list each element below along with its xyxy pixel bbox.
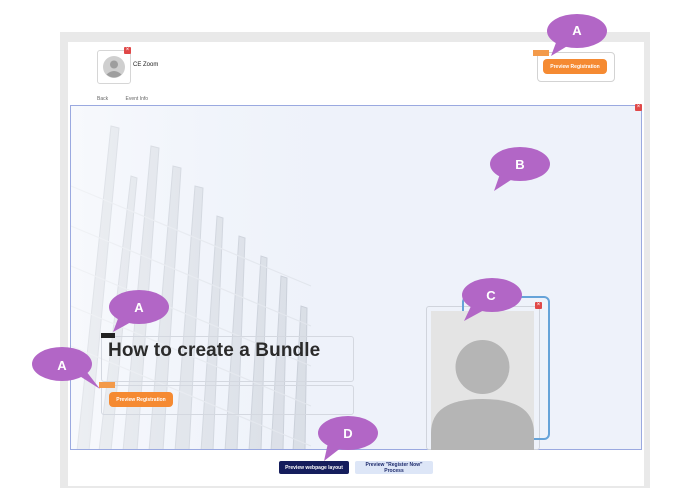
callout-a-header-label: A bbox=[572, 23, 582, 38]
callout-b-label: B bbox=[515, 157, 525, 172]
user-avatar-icon bbox=[103, 56, 125, 78]
speaker-photo[interactable] bbox=[431, 311, 534, 450]
callout-a-title-label: A bbox=[134, 300, 144, 315]
org-name: CE Zoom bbox=[133, 62, 159, 68]
close-icon[interactable]: × bbox=[535, 302, 542, 309]
nav-event-info-link[interactable]: Event Info bbox=[126, 96, 149, 102]
nav-back-link[interactable]: Back bbox=[97, 96, 108, 102]
user-avatar-icon bbox=[431, 311, 534, 450]
top-nav: Back Event Info bbox=[97, 96, 164, 102]
hero-preview-registration-button[interactable]: Preview Registration bbox=[109, 392, 173, 407]
callout-c-label: C bbox=[486, 288, 496, 303]
event-title: How to create a Bundle bbox=[108, 340, 321, 361]
callout-a-button-label: A bbox=[57, 358, 67, 373]
close-icon[interactable]: × bbox=[124, 47, 131, 54]
callout-d-label: D bbox=[343, 426, 353, 441]
preview-registration-button[interactable]: Preview Registration bbox=[543, 59, 607, 74]
org-logo[interactable] bbox=[97, 50, 131, 84]
close-icon[interactable]: × bbox=[635, 104, 642, 111]
